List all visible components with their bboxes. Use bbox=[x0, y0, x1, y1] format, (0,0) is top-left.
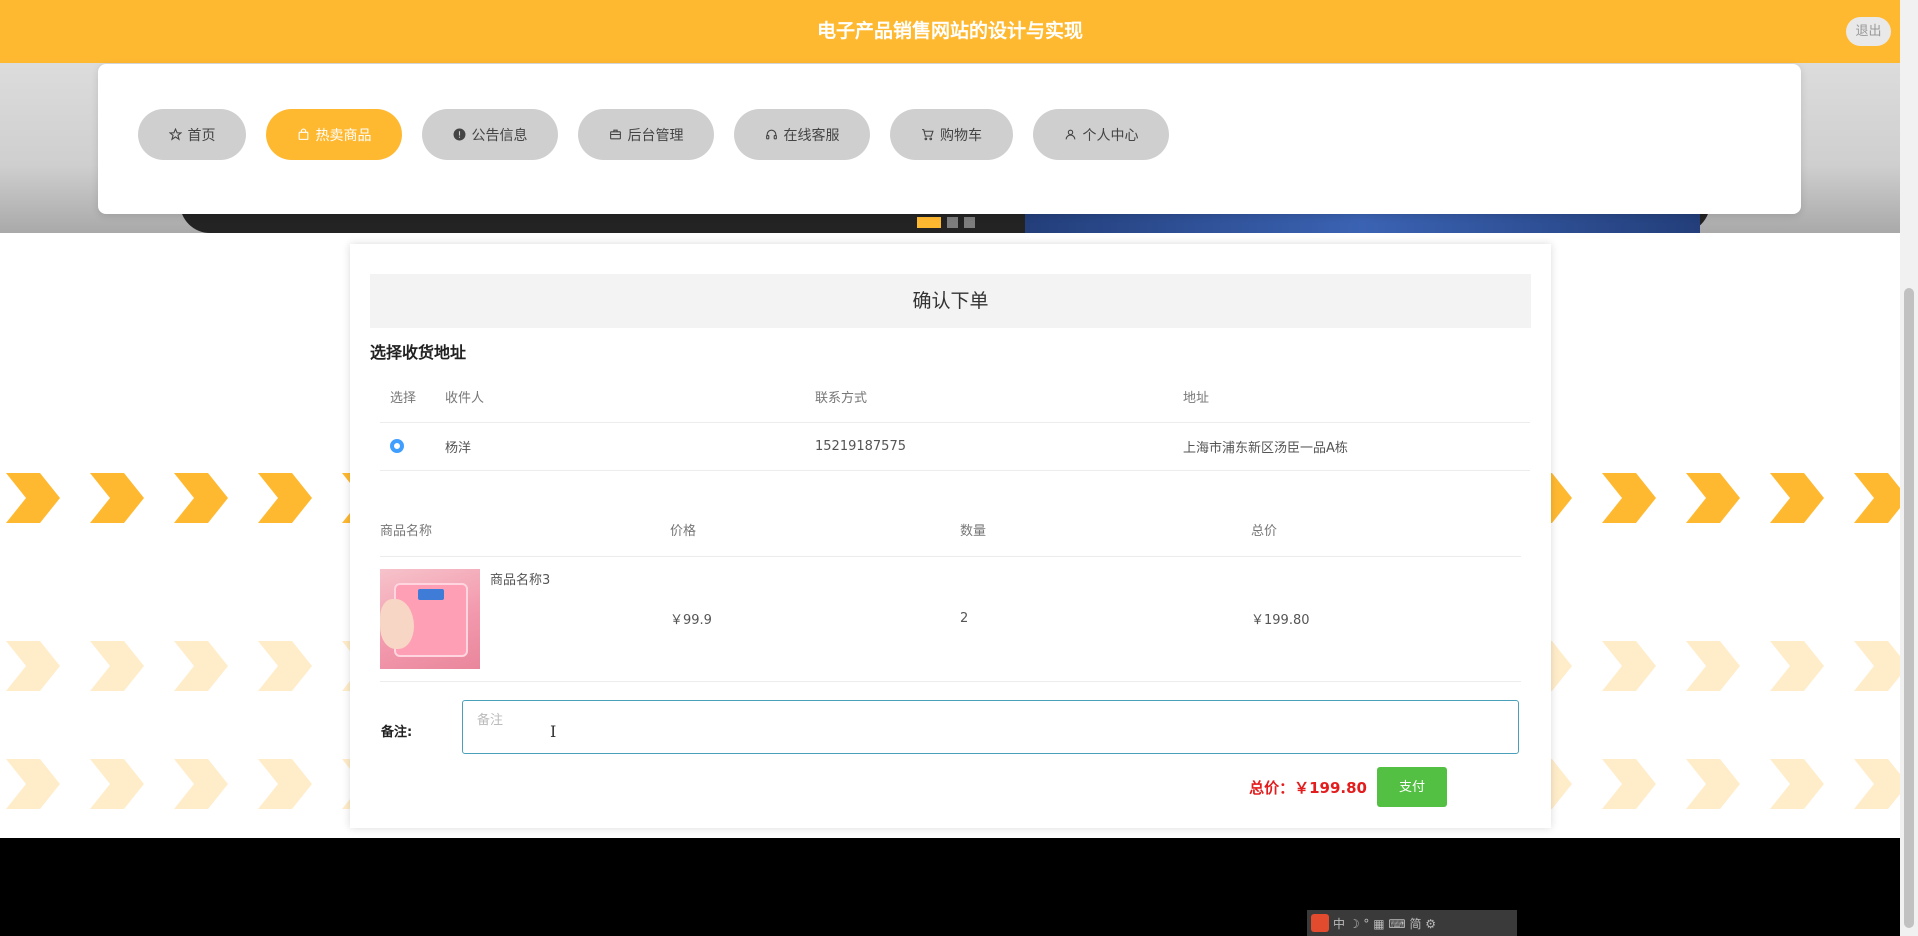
recipient-address: 上海市浦东新区汤臣一品A栋 bbox=[1173, 422, 1530, 471]
nav-item-label: 个人中心 bbox=[1082, 127, 1139, 144]
logout-button[interactable]: 退出 bbox=[1846, 17, 1891, 46]
column-header: 联系方式 bbox=[805, 372, 1173, 423]
carousel-dot-2[interactable] bbox=[947, 217, 958, 228]
product-name[interactable]: 商品名称3 bbox=[490, 569, 550, 588]
nav-item-label: 购物车 bbox=[940, 127, 982, 144]
info-icon bbox=[453, 128, 465, 141]
product-image[interactable] bbox=[380, 568, 480, 669]
vertical-scrollbar[interactable] bbox=[1900, 0, 1918, 936]
nav-item-cart[interactable]: 购物车 bbox=[890, 109, 1013, 160]
star-icon bbox=[168, 128, 182, 141]
pay-button[interactable]: 支付 bbox=[1377, 767, 1447, 807]
nav-item-profile[interactable]: 个人中心 bbox=[1033, 109, 1169, 160]
nav-item-customer-service[interactable]: 在线客服 bbox=[734, 109, 870, 160]
goods-list: 商品名称 价格 数量 总价 商品名称3 ￥99.9 2 ￥199.80 bbox=[370, 504, 1531, 702]
product-price: ￥99.9 bbox=[670, 556, 960, 682]
nav-item-label: 公告信息 bbox=[471, 127, 528, 144]
recipient-name: 杨洋 bbox=[435, 422, 805, 471]
column-header: 收件人 bbox=[435, 372, 805, 423]
page: 电子产品销售网站的设计与实现 退出 首页 热卖商品 公告信息 后台管理 在线客服… bbox=[0, 0, 1900, 936]
remark-label: 备注: bbox=[381, 725, 413, 740]
cart-icon bbox=[922, 129, 934, 141]
top-bar: 电子产品销售网站的设计与实现 退出 bbox=[0, 0, 1900, 63]
nav-item-label: 热卖商品 bbox=[315, 127, 372, 144]
address-table: 选择 收件人 联系方式 地址 杨洋 15219187575 上海市浦东新区汤臣一… bbox=[380, 372, 1530, 471]
ime-logo-icon bbox=[1311, 914, 1329, 932]
site-title: 电子产品销售网站的设计与实现 bbox=[816, 20, 1083, 42]
column-header: 选择 bbox=[380, 372, 435, 423]
table-header-row: 商品名称 价格 数量 总价 bbox=[380, 504, 1521, 557]
nav-item-hot-products[interactable]: 热卖商品 bbox=[266, 109, 402, 160]
bag-icon bbox=[298, 128, 308, 140]
order-title: 确认下单 bbox=[370, 274, 1531, 328]
briefcase-icon bbox=[609, 129, 621, 140]
product-total: ￥199.80 bbox=[1251, 556, 1521, 682]
table-row: 商品名称3 ￥99.9 2 ￥199.80 bbox=[380, 556, 1521, 682]
table-row[interactable]: 杨洋 15219187575 上海市浦东新区汤臣一品A栋 bbox=[380, 422, 1530, 471]
total-row: 总价：￥199.80 支付 bbox=[1249, 767, 1447, 807]
main-nav: 首页 热卖商品 公告信息 后台管理 在线客服 购物车 个人中心 bbox=[138, 109, 1169, 160]
user-icon bbox=[1065, 129, 1075, 140]
address-radio[interactable] bbox=[390, 439, 404, 453]
nav-item-label: 首页 bbox=[187, 127, 216, 144]
remark-input[interactable] bbox=[462, 700, 1519, 754]
column-header: 价格 bbox=[670, 504, 960, 557]
ime-status: 中 ☽ ° ▦ ⌨ 简 ⚙ bbox=[1333, 916, 1437, 931]
carousel-indicators bbox=[917, 217, 975, 228]
goods-table: 商品名称 价格 数量 总价 商品名称3 ￥99.9 2 ￥199.80 bbox=[380, 504, 1521, 682]
address-section-title: 选择收货地址 bbox=[370, 343, 467, 362]
table-header-row: 选择 收件人 联系方式 地址 bbox=[380, 372, 1530, 423]
nav-item-admin[interactable]: 后台管理 bbox=[578, 109, 714, 160]
product-cell: 商品名称3 bbox=[380, 557, 670, 681]
footer bbox=[0, 838, 1900, 936]
column-header: 地址 bbox=[1173, 372, 1530, 423]
headset-icon bbox=[765, 129, 777, 140]
recipient-phone: 15219187575 bbox=[805, 422, 1173, 471]
nav-item-announcements[interactable]: 公告信息 bbox=[422, 109, 558, 160]
nav-card: 首页 热卖商品 公告信息 后台管理 在线客服 购物车 个人中心 bbox=[98, 64, 1801, 214]
nav-item-label: 后台管理 bbox=[627, 127, 684, 144]
total-price: 总价：￥199.80 bbox=[1249, 778, 1367, 797]
ime-toolbar[interactable]: 中 ☽ ° ▦ ⌨ 简 ⚙ bbox=[1307, 910, 1517, 936]
nav-item-label: 在线客服 bbox=[783, 127, 840, 144]
product-quantity: 2 bbox=[960, 556, 1251, 682]
nav-item-home[interactable]: 首页 bbox=[138, 109, 246, 160]
scrollbar-thumb[interactable] bbox=[1904, 288, 1914, 928]
column-header: 数量 bbox=[960, 504, 1251, 557]
carousel-dot-3[interactable] bbox=[964, 217, 975, 228]
carousel-dot-1[interactable] bbox=[917, 217, 941, 228]
column-header: 商品名称 bbox=[380, 504, 670, 557]
column-header: 总价 bbox=[1251, 504, 1521, 557]
order-confirm-card: 确认下单 选择收货地址 选择 收件人 联系方式 地址 杨洋 1521918757… bbox=[350, 244, 1551, 828]
